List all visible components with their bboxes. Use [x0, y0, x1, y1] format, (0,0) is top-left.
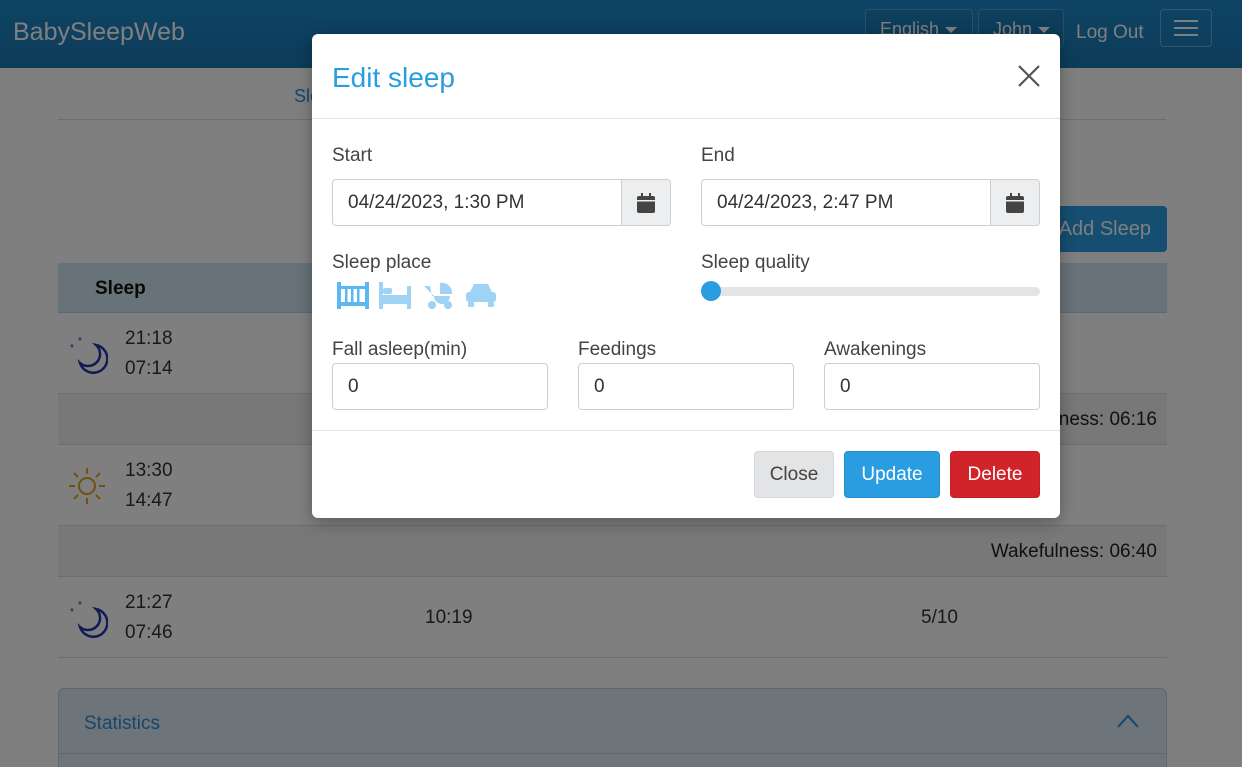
crib-icon[interactable]	[336, 280, 370, 310]
close-icon[interactable]	[1017, 64, 1041, 88]
calendar-icon	[1006, 193, 1024, 213]
feedings-label: Feedings	[578, 339, 657, 360]
start-label: Start	[332, 145, 373, 166]
awakenings-label: Awakenings	[824, 339, 927, 360]
start-datetime-input[interactable]: 04/24/2023, 1:30 PM	[332, 179, 622, 226]
sleep-quality-label: Sleep quality	[701, 252, 810, 273]
end-label: End	[701, 145, 735, 166]
stroller-icon[interactable]	[420, 280, 456, 310]
calendar-icon	[637, 193, 655, 213]
sleep-place-label: Sleep place	[332, 252, 432, 273]
fall-asleep-input[interactable]: 0	[332, 363, 548, 410]
delete-button[interactable]: Delete	[950, 451, 1040, 498]
modal-header-divider	[312, 118, 1060, 119]
fall-asleep-label: Fall asleep(min)	[332, 339, 468, 360]
sleep-place-options	[336, 280, 506, 310]
modal-footer-divider	[312, 430, 1060, 431]
sleep-quality-slider-thumb[interactable]	[701, 281, 721, 301]
modal-title: Edit sleep	[332, 62, 455, 93]
sleep-quality-slider-track[interactable]	[701, 287, 1040, 296]
end-datetime-input[interactable]: 04/24/2023, 2:47 PM	[701, 179, 991, 226]
close-button[interactable]: Close	[754, 451, 834, 498]
feedings-input[interactable]: 0	[578, 363, 794, 410]
end-calendar-button[interactable]	[991, 179, 1040, 226]
bed-icon[interactable]	[378, 280, 412, 310]
car-icon[interactable]	[464, 280, 498, 310]
awakenings-input[interactable]: 0	[824, 363, 1040, 410]
start-calendar-button[interactable]	[622, 179, 671, 226]
edit-sleep-modal: Edit sleep Start 04/24/2023, 1:30 PM End…	[312, 34, 1060, 518]
update-button[interactable]: Update	[844, 451, 940, 498]
